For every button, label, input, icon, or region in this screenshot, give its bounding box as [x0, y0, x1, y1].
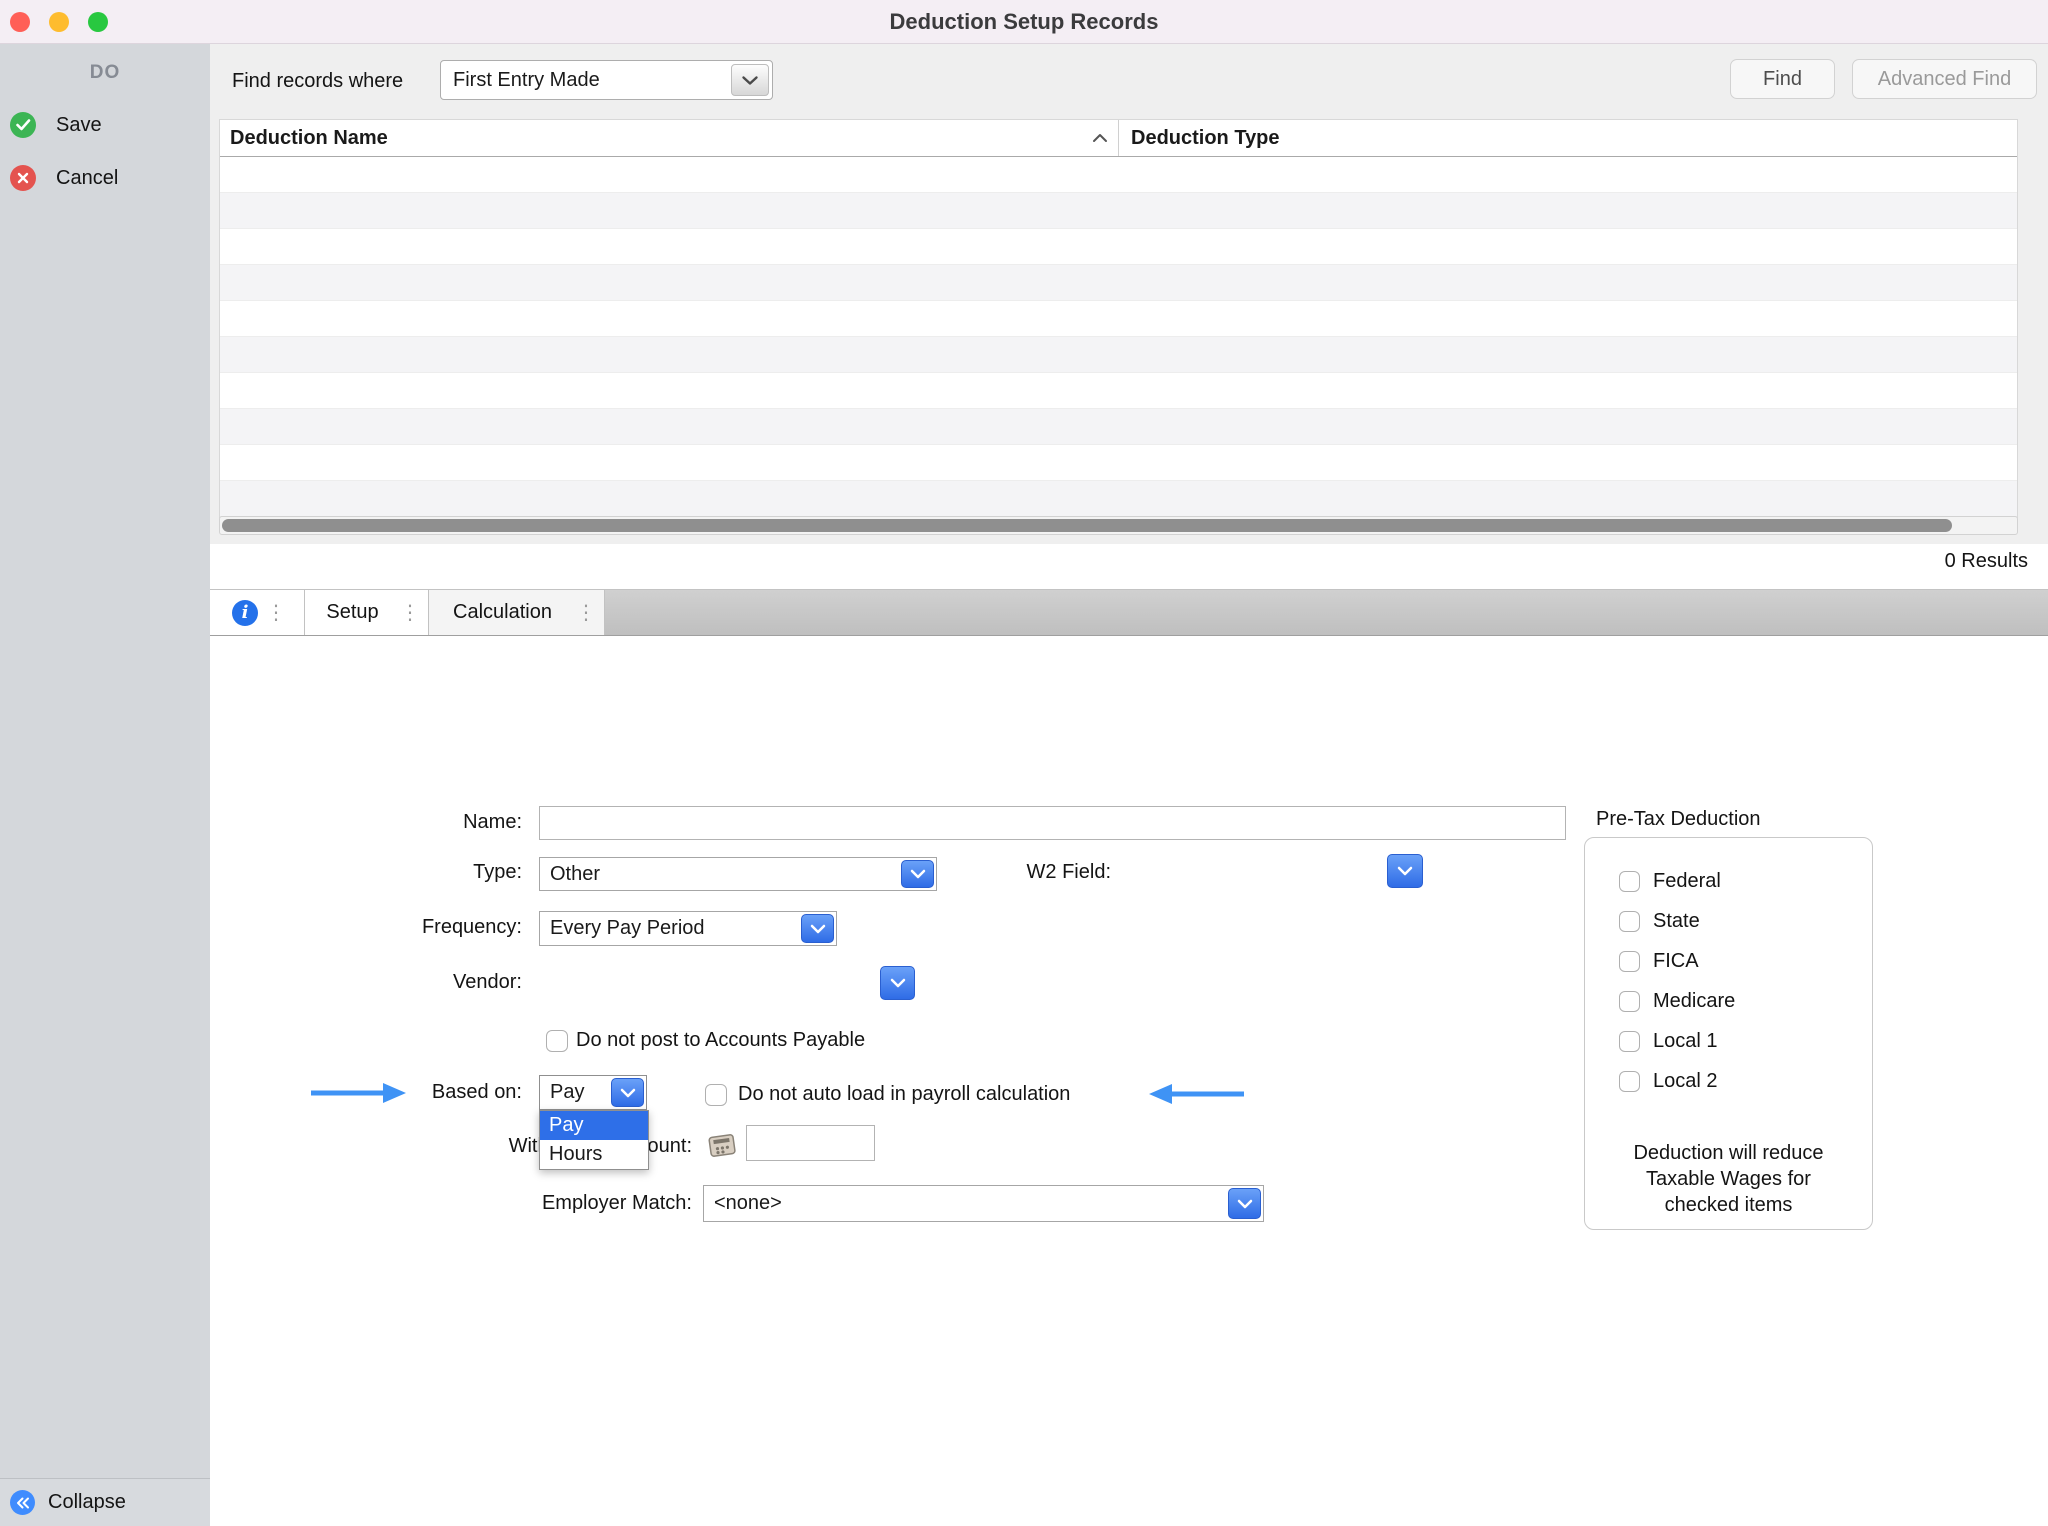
- do-not-post-ap-checkbox[interactable]: [546, 1030, 568, 1052]
- table-row: [220, 265, 2017, 301]
- pretax-checkbox-list: Federal State FICA Medicare Local 1: [1619, 871, 1735, 1092]
- sort-ascending-icon: [1092, 133, 1108, 143]
- tab-calculation[interactable]: Calculation ⋮: [429, 590, 605, 635]
- save-check-icon: [10, 112, 36, 138]
- type-select[interactable]: Other: [539, 857, 937, 891]
- results-count: 0 Results: [1945, 550, 2028, 573]
- pretax-row-medicare: Medicare: [1619, 991, 1735, 1012]
- employer-match-selected-value: <none>: [714, 1192, 782, 1215]
- records-table: Deduction Name Deduction Type: [219, 119, 2018, 518]
- medicare-checkbox[interactable]: [1619, 991, 1640, 1012]
- app-window: Deduction Setup Records DO Save Cancel C…: [0, 0, 2048, 1526]
- cancel-button-label: Cancel: [56, 167, 118, 190]
- horizontal-scrollbar[interactable]: [219, 516, 2018, 535]
- fica-checkbox[interactable]: [1619, 951, 1640, 972]
- tab-setup[interactable]: Setup ⋮: [305, 590, 429, 635]
- withholding-amount-input[interactable]: [746, 1125, 875, 1161]
- table-row: [220, 337, 2017, 373]
- w2-field-label: W2 Field:: [891, 861, 1111, 884]
- pretax-row-local2: Local 2: [1619, 1071, 1735, 1092]
- sidebar: DO Save Cancel Collapse: [0, 44, 211, 1526]
- zoom-window-button[interactable]: [88, 12, 108, 32]
- employer-match-label: Employer Match:: [472, 1192, 692, 1215]
- type-selected-value: Other: [550, 863, 600, 886]
- table-row: [220, 445, 2017, 481]
- save-button[interactable]: Save: [0, 108, 210, 142]
- table-row: [220, 229, 2017, 265]
- state-checkbox[interactable]: [1619, 911, 1640, 932]
- grip-dots-icon: ⋮: [266, 600, 294, 625]
- based-on-dropdown-list: Pay Hours: [539, 1110, 649, 1170]
- column-header-deduction-type[interactable]: Deduction Type: [1118, 120, 2017, 156]
- pretax-note: Deduction will reduce Taxable Wages for …: [1585, 1140, 1872, 1218]
- find-field-chevron-icon: [731, 64, 769, 96]
- table-row: [220, 193, 2017, 229]
- pretax-row-federal: Federal: [1619, 871, 1735, 892]
- employer-match-chevron-icon[interactable]: [1228, 1188, 1261, 1219]
- do-not-autoload-label: Do not auto load in payroll calculation: [738, 1083, 1070, 1106]
- based-on-label: Based on:: [302, 1081, 522, 1104]
- type-label: Type:: [302, 861, 522, 884]
- annotation-arrow-left-icon: [1149, 1082, 1244, 1106]
- window-title: Deduction Setup Records: [890, 9, 1159, 35]
- w2-field-dropdown-button[interactable]: [1387, 854, 1423, 888]
- table-row: [220, 481, 2017, 517]
- save-button-label: Save: [56, 114, 102, 137]
- federal-checkbox[interactable]: [1619, 871, 1640, 892]
- titlebar: Deduction Setup Records: [0, 0, 2048, 44]
- info-segment: i ⋮: [210, 590, 305, 635]
- dropdown-option-hours[interactable]: Hours: [540, 1140, 648, 1169]
- frequency-label: Frequency:: [302, 916, 522, 939]
- table-row: [220, 409, 2017, 445]
- scrollbar-thumb[interactable]: [222, 519, 1952, 532]
- based-on-selected-value: Pay: [550, 1081, 584, 1104]
- pretax-row-local1: Local 1: [1619, 1031, 1735, 1052]
- do-not-autoload-checkbox[interactable]: [705, 1084, 727, 1106]
- pretax-row-state: State: [1619, 911, 1735, 932]
- column-header-deduction-name[interactable]: Deduction Name: [220, 120, 1118, 156]
- find-field-selected-value: First Entry Made: [453, 69, 600, 92]
- main-area: Find records where First Entry Made Find…: [210, 44, 2048, 1526]
- pretax-deduction-panel: Federal State FICA Medicare Local 1: [1584, 837, 1873, 1230]
- table-row: [220, 373, 2017, 409]
- vendor-label: Vendor:: [302, 971, 522, 994]
- table-row: [220, 157, 2017, 193]
- table-header: Deduction Name Deduction Type: [220, 120, 2017, 157]
- collapse-button[interactable]: Collapse: [0, 1478, 210, 1526]
- find-field-select[interactable]: First Entry Made: [440, 60, 773, 100]
- tab-bar: i ⋮ Setup ⋮ Calculation ⋮: [210, 589, 2048, 636]
- find-records-where-label: Find records where: [232, 70, 403, 93]
- sidebar-header: DO: [0, 44, 210, 84]
- cancel-button[interactable]: Cancel: [0, 161, 210, 195]
- frequency-select[interactable]: Every Pay Period: [539, 911, 837, 946]
- vendor-dropdown-button[interactable]: [880, 966, 915, 1000]
- collapse-button-label: Collapse: [48, 1491, 126, 1514]
- frequency-selected-value: Every Pay Period: [550, 917, 705, 940]
- name-input[interactable]: [539, 806, 1566, 840]
- table-row: [220, 301, 2017, 337]
- grip-dots-icon: ⋮: [576, 600, 604, 625]
- name-label: Name:: [302, 811, 522, 834]
- based-on-chevron-icon[interactable]: [611, 1078, 644, 1107]
- local1-checkbox[interactable]: [1619, 1031, 1640, 1052]
- cancel-x-icon: [10, 165, 36, 191]
- table-body: [220, 157, 2017, 517]
- based-on-select[interactable]: Pay: [539, 1075, 647, 1110]
- close-window-button[interactable]: [10, 12, 30, 32]
- frequency-chevron-icon[interactable]: [801, 914, 834, 943]
- collapse-chevrons-icon: [10, 1490, 35, 1515]
- withholding-calculator-icon[interactable]: [708, 1132, 738, 1163]
- local2-checkbox[interactable]: [1619, 1071, 1640, 1092]
- minimize-window-button[interactable]: [49, 12, 69, 32]
- grip-dots-icon: ⋮: [400, 600, 428, 625]
- find-button[interactable]: Find: [1730, 59, 1835, 99]
- employer-match-select[interactable]: <none>: [703, 1185, 1264, 1222]
- info-icon[interactable]: i: [232, 600, 258, 626]
- pretax-row-fica: FICA: [1619, 951, 1735, 972]
- pretax-deduction-title: Pre-Tax Deduction: [1596, 808, 1761, 831]
- dropdown-option-pay[interactable]: Pay: [540, 1111, 648, 1140]
- advanced-find-button[interactable]: Advanced Find: [1852, 59, 2037, 99]
- do-not-post-ap-label: Do not post to Accounts Payable: [576, 1029, 865, 1052]
